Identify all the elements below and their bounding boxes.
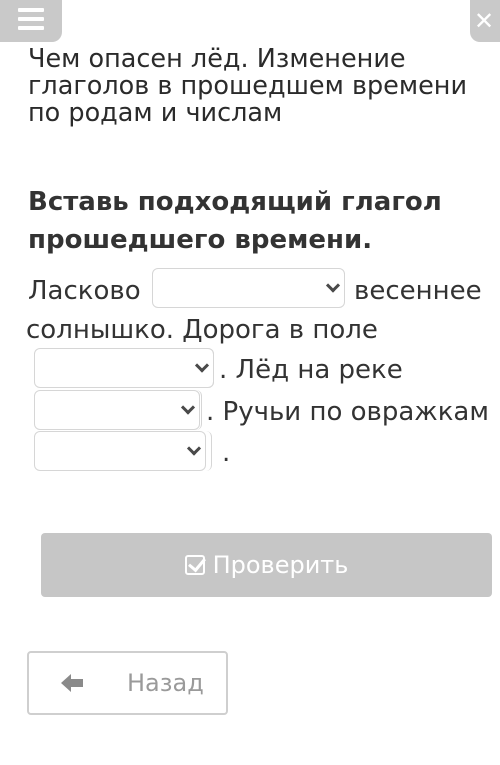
menu-line <box>18 17 44 21</box>
lesson-title-line: глаголов в прошедшем времени <box>28 71 468 101</box>
lesson-title: Чем опасен лёд. Изменение глаголов в про… <box>28 46 498 127</box>
exercise-text-fragment: . Ручьи по овражкам <box>206 397 489 427</box>
exercise-text-fragment: . Лёд на реке <box>219 355 403 385</box>
chevron-down-icon <box>325 278 341 293</box>
check-button[interactable]: Проверить <box>41 533 492 597</box>
verb-dropdown-2[interactable] <box>34 348 214 388</box>
chevron-down-icon <box>180 400 196 415</box>
task-heading-line: Вставь подходящий глагол <box>28 187 442 217</box>
exercise-text-fragment: весеннее <box>354 276 482 306</box>
verb-dropdown-3[interactable] <box>34 390 200 430</box>
lesson-title-line: Чем опасен лёд. Изменение <box>28 44 406 74</box>
lesson-title-line: по родам и числам <box>28 98 283 128</box>
dropdown-edge <box>194 390 202 430</box>
exercise-page: ✕ Чем опасен лёд. Изменение глаголов в п… <box>0 0 500 765</box>
task-heading-line: прошедшего времени. <box>28 225 373 255</box>
menu-button[interactable] <box>0 0 62 42</box>
exercise-text-fragment: солнышко. Дорога в поле <box>26 315 378 345</box>
menu-line <box>18 8 44 12</box>
check-button-label: Проверить <box>212 551 349 579</box>
exercise-text-fragment: . <box>222 438 231 468</box>
close-button[interactable]: ✕ <box>470 0 500 42</box>
verb-dropdown-1[interactable] <box>152 268 345 308</box>
task-heading: Вставь подходящий глагол прошедшего врем… <box>28 183 478 259</box>
exercise-text-fragment: Ласково <box>28 276 141 306</box>
dropdown-edge <box>206 348 214 388</box>
chevron-down-icon <box>186 441 202 456</box>
arrow-left-icon <box>61 674 83 692</box>
menu-line <box>18 26 44 30</box>
verb-dropdown-4[interactable] <box>34 431 206 471</box>
checkbox-check-icon <box>184 555 205 575</box>
dropdown-edge <box>204 431 212 471</box>
back-button[interactable]: Назад <box>27 651 228 715</box>
close-icon: ✕ <box>474 7 495 35</box>
back-button-label: Назад <box>127 669 204 697</box>
